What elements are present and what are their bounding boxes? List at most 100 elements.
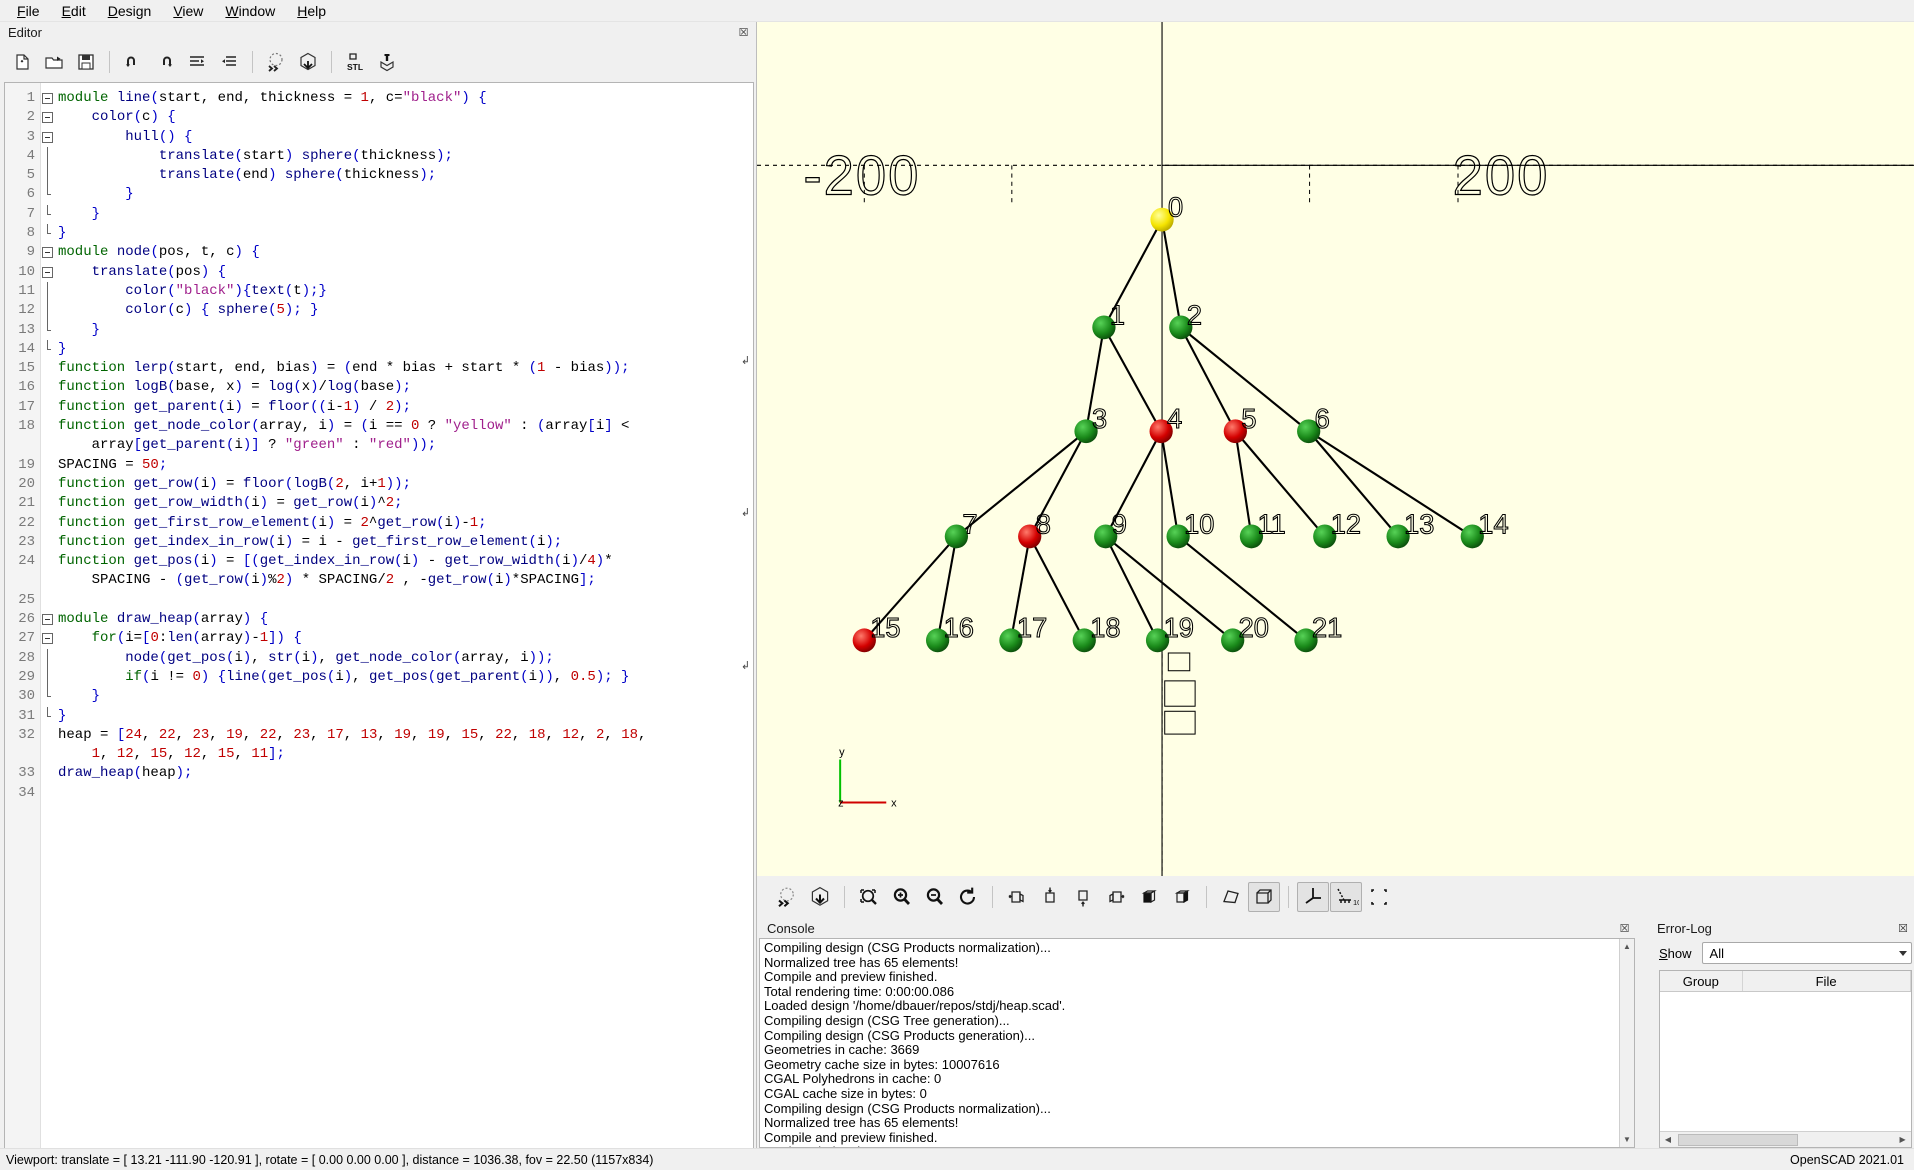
chevron-down-icon [1898, 950, 1907, 956]
editor-close-icon[interactable]: ☒ [737, 26, 750, 39]
fold-marker[interactable] [41, 128, 55, 147]
console-line: Geometries in cache: 3669 [764, 1042, 920, 1058]
console-line: Loaded design '/home/dbauer/repos/stdj/h… [764, 998, 1066, 1014]
menu-window[interactable]: Window [214, 1, 286, 21]
code-line: for(i=[0:len(array)-1]) { [91, 630, 302, 647]
export-amf-icon[interactable] [372, 47, 402, 77]
scroll-up-icon[interactable]: ▲ [1620, 939, 1634, 954]
code-line: module node(pos, t, c) { [58, 244, 260, 261]
undo-icon[interactable] [118, 47, 148, 77]
scroll-thumb[interactable] [1620, 954, 1634, 1132]
view-back-icon[interactable] [1166, 882, 1198, 912]
menu-design[interactable]: Design [97, 1, 163, 21]
console-output[interactable]: Compiling design (CSG Products normaliza… [760, 939, 1619, 1147]
show-crosshairs-icon[interactable] [1363, 882, 1395, 912]
code-folding-column[interactable] [41, 83, 55, 1148]
indent-icon[interactable] [214, 47, 244, 77]
zoom-out-icon[interactable] [919, 882, 951, 912]
app-version-label: OpenSCAD 2021.01 [1790, 1152, 1904, 1167]
console-line: Compile and preview finished. [764, 969, 938, 985]
node-label: 15 [870, 612, 900, 643]
view-bottom-icon[interactable] [1067, 882, 1099, 912]
line-number: 7 [26, 205, 35, 222]
menu-file[interactable]: File [6, 1, 51, 21]
show-axes-icon[interactable] [1297, 882, 1329, 912]
code-editor[interactable]: 1 2 3 4 5 6 7 8 9 10 11 12 13 14 15 16 17 18 19 20 21 22 23 24 2… [4, 82, 754, 1148]
menu-edit[interactable]: Edit [51, 1, 97, 21]
new-icon[interactable] [7, 47, 37, 77]
menu-view[interactable]: View [162, 1, 214, 21]
errorlog-hscrollbar[interactable]: ◀ ▶ [1660, 1131, 1911, 1147]
errorlog-close-icon[interactable]: ☒ [1897, 922, 1910, 935]
line-number: 9 [26, 244, 35, 261]
node-label: 6 [1315, 403, 1330, 434]
code-line: function lerp(start, end, bias) = (end *… [58, 360, 630, 377]
console-line: Compiling design (CSG Products generatio… [764, 1027, 1035, 1043]
fold-marker[interactable] [41, 629, 55, 648]
view-right-icon[interactable] [1001, 882, 1033, 912]
errorlog-column-header[interactable]: Group [1660, 971, 1743, 991]
fold-marker[interactable] [41, 108, 55, 127]
hscroll-track[interactable] [1676, 1132, 1895, 1147]
view-left-icon[interactable] [1100, 882, 1132, 912]
errorlog-table[interactable]: Group File ◀ ▶ [1659, 970, 1912, 1148]
console-body[interactable]: Compiling design (CSG Products normaliza… [759, 938, 1635, 1148]
viewport-canvas[interactable]: 01 23 4 5 67 8 9 10 11 12 13 1415 16 17 18 19 20 21 -200 2… [757, 22, 1914, 876]
code-line: module line(start, end, thickness = 1, c… [58, 90, 487, 106]
preview-icon[interactable] [771, 882, 803, 912]
console-dock: Console ☒ Compiling design (CSG Products… [757, 918, 1637, 1148]
view-top-icon[interactable] [1034, 882, 1066, 912]
gizmo-x-label: x [891, 798, 897, 810]
console-line: Normalized tree has 65 elements! [764, 1115, 959, 1131]
save-icon[interactable] [71, 47, 101, 77]
errorlog-column-header[interactable]: File [1742, 971, 1911, 991]
fold-marker [41, 166, 55, 186]
unindent-icon[interactable] [182, 47, 212, 77]
show-scale-icon[interactable]: 10 [1330, 882, 1362, 912]
render-icon[interactable] [293, 47, 323, 77]
fold-marker [41, 706, 55, 726]
3d-viewport[interactable]: 0 1 2 3 4 5 6 7 8 9 10 11 12 13 14 15 16 17 18 19 20 21 -200 2… [757, 22, 1914, 876]
fold-marker[interactable] [41, 243, 55, 262]
zoom-in-icon[interactable] [886, 882, 918, 912]
fold-marker[interactable] [41, 89, 55, 108]
node-label: 1 [1110, 299, 1125, 330]
show-filter-select[interactable]: All [1701, 942, 1912, 964]
node-label: 3 [1092, 403, 1107, 434]
menu-help[interactable]: Help [286, 1, 337, 21]
fold-marker [41, 204, 55, 224]
console-line: Total rendering time: 0:00:00.071 [764, 1145, 1615, 1147]
export-stl-icon[interactable]: STL [340, 47, 370, 77]
reset-view-icon[interactable] [952, 882, 984, 912]
code-text-area[interactable]: module line(start, end, thickness = 1, c… [55, 83, 753, 1148]
line-number: 1 [26, 90, 35, 106]
toolbar-separator [1288, 886, 1289, 908]
preview-icon[interactable] [261, 47, 291, 77]
hscroll-thumb[interactable] [1678, 1133, 1798, 1146]
show-filter-value: All [1709, 945, 1724, 961]
scroll-down-icon[interactable]: ▼ [1620, 1132, 1634, 1147]
editor-toolbar: STL [0, 42, 756, 82]
toolbar-separator [992, 886, 993, 908]
scroll-right-icon[interactable]: ▶ [1895, 1135, 1911, 1144]
wrap-marker-icon: ↲ [740, 507, 751, 519]
open-icon[interactable] [39, 47, 69, 77]
scroll-left-icon[interactable]: ◀ [1660, 1135, 1676, 1144]
errorlog-table-rows[interactable] [1660, 992, 1911, 1131]
fold-marker[interactable] [41, 610, 55, 629]
node-label: 11 [1257, 508, 1285, 539]
render-icon[interactable] [804, 882, 836, 912]
redo-icon[interactable] [150, 47, 180, 77]
console-scrollbar[interactable]: ▲ ▼ [1619, 939, 1634, 1147]
zoom-fit-icon[interactable] [853, 882, 885, 912]
code-line: function get_row_width(i) = get_row(i)^2… [58, 495, 403, 512]
fold-marker[interactable] [41, 263, 55, 282]
perspective-icon[interactable] [1215, 882, 1247, 912]
gizmo-y-label: y [839, 746, 845, 758]
axis-label: -200 [803, 144, 920, 207]
orthogonal-icon[interactable] [1248, 882, 1280, 912]
view-front-icon[interactable] [1133, 882, 1165, 912]
console-close-icon[interactable]: ☒ [1618, 922, 1631, 935]
